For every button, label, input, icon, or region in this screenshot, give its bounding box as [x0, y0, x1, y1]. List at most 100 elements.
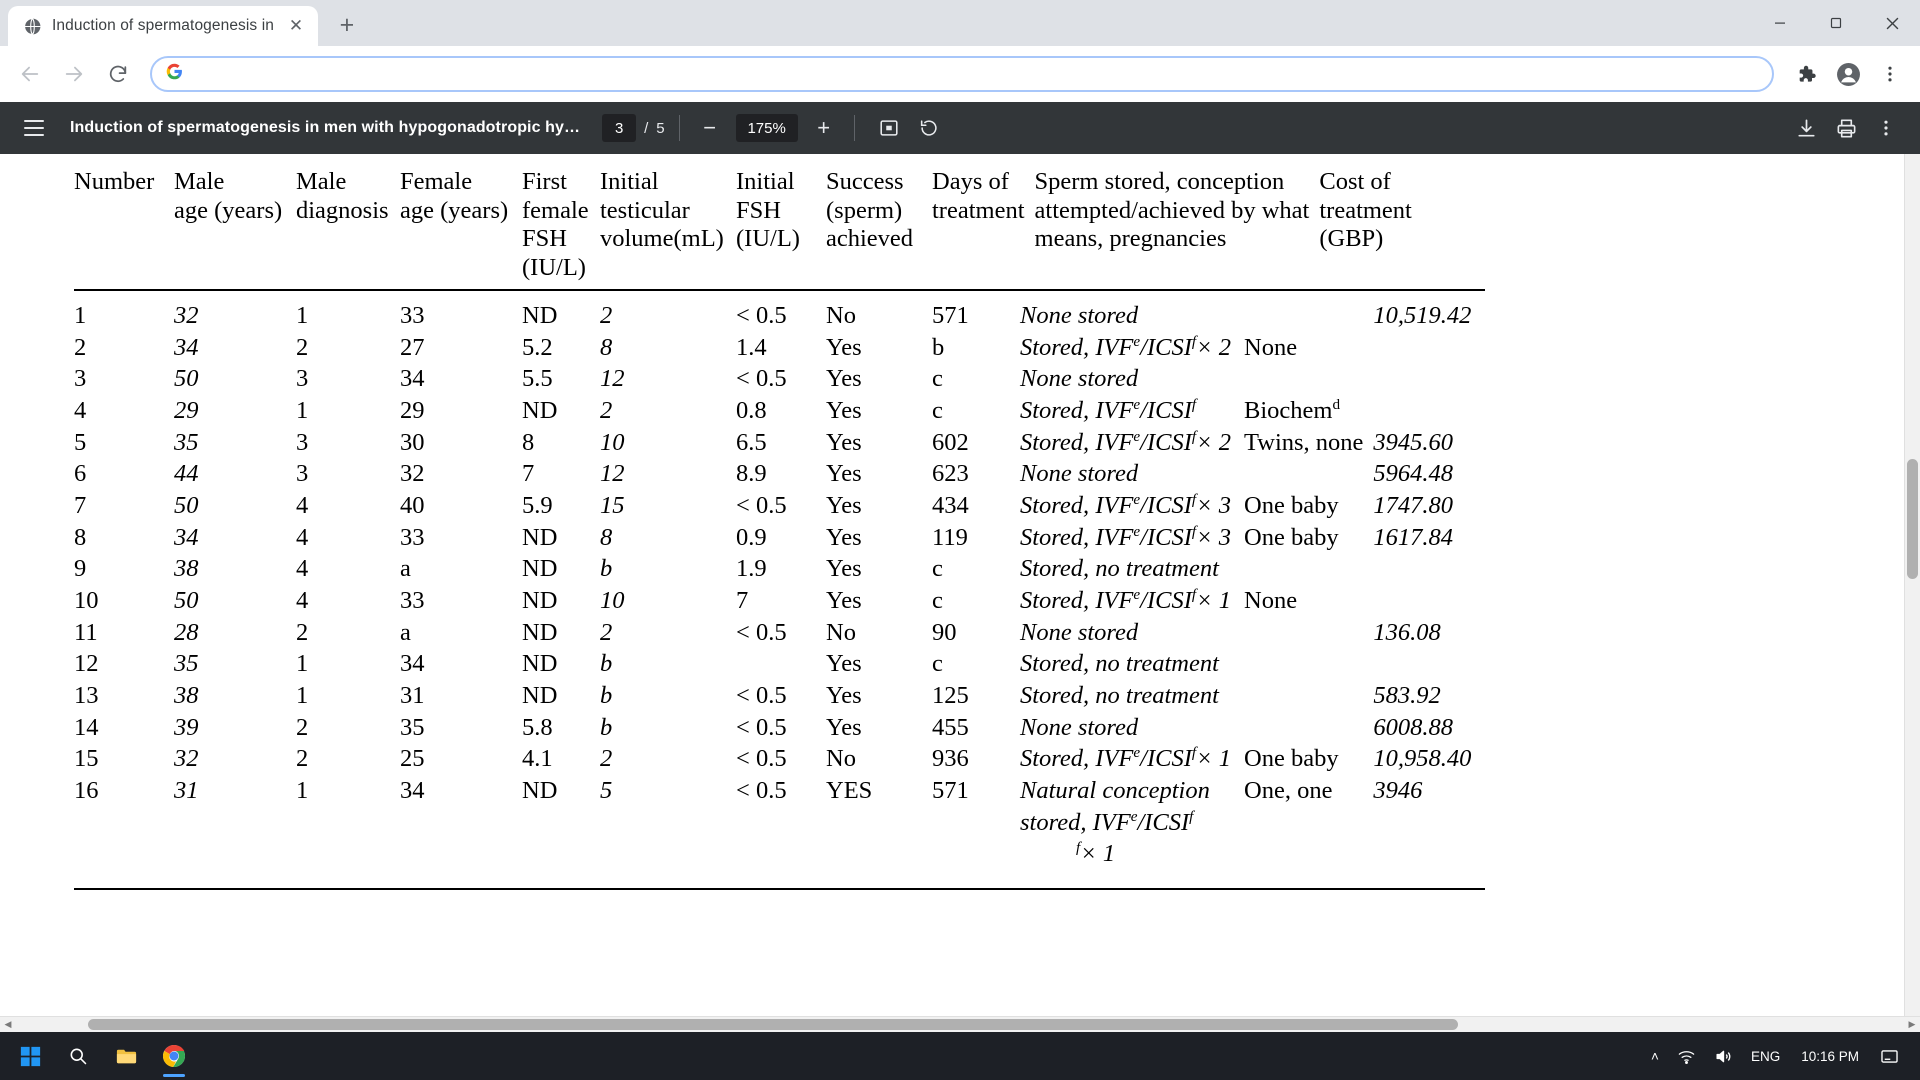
- footnote-marker: e: [1133, 522, 1141, 540]
- reload-button[interactable]: [98, 54, 138, 94]
- cell-initial-testicular-volume: 5: [600, 776, 613, 804]
- file-explorer-icon[interactable]: [102, 1034, 150, 1078]
- new-tab-button[interactable]: +: [328, 6, 366, 44]
- cell-initial-testicular-volume: 12: [600, 365, 625, 393]
- cell-male-age: 34: [174, 333, 199, 361]
- total-pages: 5: [656, 119, 665, 137]
- forward-button[interactable]: [54, 54, 94, 94]
- search-icon[interactable]: [54, 1034, 102, 1078]
- cell-sperm-stored: Stored, IVFe/ICSIf× 3: [1020, 522, 1232, 551]
- cell-cost: [1373, 649, 1523, 681]
- notification-icon[interactable]: [1871, 1034, 1908, 1078]
- account-avatar-icon[interactable]: [1828, 54, 1868, 94]
- cell-initial-testicular-volume: 8: [600, 523, 613, 551]
- cell-initial-fsh: 6.5: [736, 428, 767, 456]
- cell-initial-testicular-volume: 2: [600, 745, 613, 773]
- cell-days: 936: [932, 745, 969, 773]
- more-options-icon[interactable]: [1866, 108, 1906, 148]
- cell-success: Yes: [826, 713, 862, 741]
- table-row: 9 38 4 a ND b 1.9 Yes c Stored, no treatment: [74, 554, 1523, 586]
- fit-to-page-icon[interactable]: [869, 108, 909, 148]
- cell-sperm-stored: Stored, IVFe/ICSIf× 2: [1020, 332, 1232, 361]
- back-button[interactable]: [10, 54, 50, 94]
- cell-sperm-stored: None stored: [1020, 460, 1139, 488]
- vertical-scrollbar[interactable]: [1904, 154, 1920, 1032]
- cell-sperm-stored: None stored: [1020, 618, 1139, 646]
- cell-empty: [400, 807, 522, 839]
- speaker-icon[interactable]: [1705, 1034, 1742, 1078]
- cell-male-diagnosis: 4: [296, 492, 309, 520]
- cell-initial-testicular-volume: b: [600, 682, 613, 709]
- print-icon[interactable]: [1826, 108, 1866, 148]
- minimize-button[interactable]: [1752, 0, 1808, 46]
- cell-female-age: 33: [400, 523, 425, 551]
- cell-first-female-fsh: ND: [522, 523, 558, 551]
- scroll-right-arrow[interactable]: ▶: [1904, 1017, 1920, 1033]
- cell-first-female-fsh: ND: [522, 302, 558, 330]
- cell-pregnancies: [1244, 364, 1373, 396]
- page-separator: /: [644, 119, 649, 137]
- language-indicator[interactable]: ENG: [1742, 1034, 1789, 1078]
- system-tray: ˄ ENG 10:16 PM: [1642, 1034, 1914, 1078]
- table-row: 10 50 4 33 ND 10 7 Yes c Stored, IVFe/ICSIf× 1 Non…: [74, 586, 1523, 618]
- table-row: 4 29 1 29 ND 2 0.8 Yes c Stored, IVFe/ICSIf Bioche…: [74, 396, 1523, 428]
- cell-male-age: 50: [174, 365, 199, 393]
- puzzle-piece-icon[interactable]: [1786, 54, 1826, 94]
- table-row: 6 44 3 32 7 12 8.9 Yes 623 None stored 5964.48: [74, 459, 1523, 491]
- horizontal-scrollbar[interactable]: ◀ ▶: [0, 1016, 1920, 1032]
- cell-sperm-stored: Stored, IVFe/ICSIf: [1020, 395, 1197, 425]
- search-input[interactable]: [195, 65, 1758, 83]
- cell-male-diagnosis: 3: [296, 428, 309, 456]
- cell-cost: [1373, 332, 1523, 364]
- table-row: 12 35 1 34 ND b Yes c Stored, no treatment: [74, 649, 1523, 681]
- download-icon[interactable]: [1786, 108, 1826, 148]
- cell-initial-fsh: < 0.5: [736, 618, 787, 646]
- cell-male-diagnosis: 1: [296, 776, 309, 804]
- cell-male-age: 31: [174, 776, 199, 804]
- cell-success: No: [826, 302, 856, 330]
- footnote-marker: f: [1191, 522, 1197, 540]
- cell-initial-fsh: < 0.5: [736, 365, 787, 393]
- browser-tab[interactable]: Induction of spermatogenesis in ✕: [8, 6, 318, 46]
- col-header-male-diagnosis: Male diagnosis: [296, 168, 389, 224]
- sidebar-menu-icon[interactable]: [14, 108, 54, 148]
- cell-sperm-stored: Stored, IVFe/ICSIf× 1: [1020, 585, 1232, 615]
- windows-start-icon[interactable]: [6, 1034, 54, 1078]
- cell-initial-fsh: 1.4: [736, 333, 767, 361]
- vertical-scroll-thumb[interactable]: [1907, 459, 1918, 579]
- cell-cost: 3946: [1373, 776, 1423, 804]
- cell-empty: [74, 807, 174, 839]
- cell-female-age: 34: [400, 365, 425, 393]
- cell-days: 571: [932, 776, 969, 804]
- cell-male-diagnosis: 1: [296, 650, 309, 678]
- three-dot-menu-icon[interactable]: [1870, 54, 1910, 94]
- maximize-button[interactable]: [1808, 0, 1864, 46]
- chrome-icon[interactable]: [150, 1034, 198, 1078]
- taskbar-clock[interactable]: 10:16 PM: [1789, 1034, 1871, 1078]
- current-page-input[interactable]: [602, 114, 637, 142]
- cell-number: 2: [74, 333, 87, 361]
- cell-empty: [174, 807, 296, 839]
- address-bar[interactable]: [150, 56, 1774, 92]
- table-header: Number Male age (years) Male diagnosis F…: [74, 168, 1469, 283]
- wifi-icon[interactable]: [1668, 1034, 1705, 1078]
- cell-female-age: 27: [400, 333, 425, 361]
- col-header-initial-fsh: Initial FSH (IU/L): [736, 168, 800, 253]
- tray-chevron-icon[interactable]: ˄: [1642, 1034, 1668, 1078]
- cell-initial-fsh: < 0.5: [736, 492, 787, 520]
- cell-success: Yes: [826, 365, 862, 393]
- zoom-in-button[interactable]: +: [808, 112, 840, 144]
- close-window-button[interactable]: [1864, 0, 1920, 46]
- cell-sperm-stored: None stored: [1020, 302, 1139, 330]
- cell-male-age: 34: [174, 523, 199, 551]
- zoom-out-button[interactable]: −: [694, 112, 726, 144]
- rotate-icon[interactable]: [909, 108, 949, 148]
- google-g-icon: [166, 63, 183, 85]
- zoom-level[interactable]: 175%: [735, 114, 798, 142]
- close-icon[interactable]: ✕: [284, 14, 308, 38]
- table-row-continuation-2: f× 1: [74, 839, 1523, 871]
- scroll-left-arrow[interactable]: ◀: [0, 1017, 16, 1033]
- cell-initial-testicular-volume: 12: [600, 460, 625, 488]
- cell-cost: [1373, 554, 1523, 586]
- horizontal-scroll-thumb[interactable]: [88, 1019, 1458, 1030]
